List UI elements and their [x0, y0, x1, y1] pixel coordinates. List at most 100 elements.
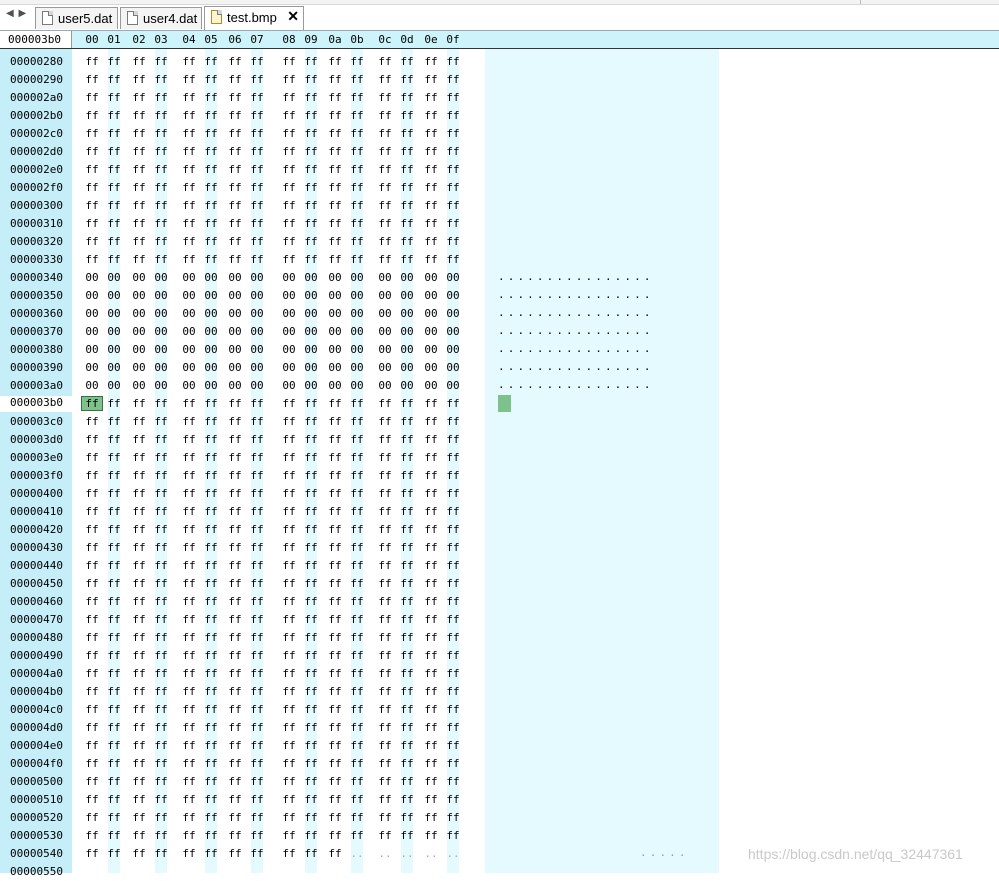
hex-byte[interactable]: ff: [104, 163, 124, 176]
hex-byte[interactable]: ff: [375, 73, 395, 86]
hex-byte[interactable]: ff: [247, 811, 267, 824]
hex-byte[interactable]: ff: [375, 253, 395, 266]
hex-byte[interactable]: ff: [375, 235, 395, 248]
hex-byte[interactable]: ff: [201, 433, 221, 446]
hex-byte[interactable]: ff: [179, 253, 199, 266]
hex-byte[interactable]: ff: [397, 775, 417, 788]
hex-byte[interactable]: ff: [443, 163, 463, 176]
hex-byte[interactable]: ff: [247, 577, 267, 590]
hex-byte[interactable]: ff: [104, 703, 124, 716]
hex-byte[interactable]: ff: [347, 739, 367, 752]
hex-byte[interactable]: ff: [129, 217, 149, 230]
hex-byte[interactable]: 00: [82, 325, 102, 338]
hex-byte[interactable]: 00: [104, 379, 124, 392]
hex-byte[interactable]: ff: [201, 217, 221, 230]
hex-byte[interactable]: ff: [129, 577, 149, 590]
hex-byte[interactable]: ff: [151, 559, 171, 572]
hex-byte[interactable]: 00: [347, 343, 367, 356]
hex-byte[interactable]: ff: [247, 91, 267, 104]
hex-byte[interactable]: ff: [301, 523, 321, 536]
hex-byte[interactable]: ff: [151, 685, 171, 698]
hex-byte[interactable]: ff: [325, 73, 345, 86]
hex-byte[interactable]: ff: [279, 235, 299, 248]
hex-byte[interactable]: ff: [375, 577, 395, 590]
hex-byte[interactable]: ff: [279, 55, 299, 68]
hex-byte[interactable]: ff: [225, 181, 245, 194]
hex-byte[interactable]: ff: [301, 739, 321, 752]
hex-byte[interactable]: ff: [247, 739, 267, 752]
hex-byte[interactable]: ..: [443, 847, 463, 860]
hex-byte[interactable]: ff: [347, 685, 367, 698]
hex-byte[interactable]: ff: [325, 235, 345, 248]
hex-byte[interactable]: ff: [279, 721, 299, 734]
hex-byte[interactable]: 00: [179, 289, 199, 302]
hex-byte[interactable]: 00: [325, 271, 345, 284]
hex-byte[interactable]: ff: [347, 55, 367, 68]
hex-byte[interactable]: ff: [82, 631, 102, 644]
hex-byte[interactable]: ff: [301, 631, 321, 644]
hex-byte[interactable]: ff: [151, 163, 171, 176]
hex-byte[interactable]: ff: [397, 217, 417, 230]
hex-byte[interactable]: ff: [421, 181, 441, 194]
hex-byte[interactable]: 00: [443, 343, 463, 356]
hex-byte[interactable]: 00: [443, 307, 463, 320]
hex-byte[interactable]: ff: [104, 235, 124, 248]
hex-byte[interactable]: ff: [375, 829, 395, 842]
hex-byte[interactable]: ff: [397, 829, 417, 842]
hex-byte[interactable]: ff: [179, 595, 199, 608]
hex-byte[interactable]: ff: [301, 649, 321, 662]
hex-byte[interactable]: 00: [443, 361, 463, 374]
hex-byte[interactable]: ff: [225, 217, 245, 230]
hex-byte[interactable]: ff: [104, 487, 124, 500]
hex-byte[interactable]: ff: [82, 433, 102, 446]
hex-byte[interactable]: ff: [104, 505, 124, 518]
hex-byte[interactable]: ff: [129, 793, 149, 806]
hex-byte[interactable]: ff: [225, 703, 245, 716]
hex-byte[interactable]: ff: [201, 829, 221, 842]
hex-byte[interactable]: ff: [375, 721, 395, 734]
hex-byte[interactable]: ff: [325, 415, 345, 428]
hex-byte[interactable]: ff: [421, 109, 441, 122]
hex-byte[interactable]: 00: [397, 379, 417, 392]
hex-byte[interactable]: ff: [225, 505, 245, 518]
hex-byte[interactable]: ff: [225, 793, 245, 806]
hex-byte[interactable]: ff: [82, 793, 102, 806]
hex-byte[interactable]: ff: [151, 595, 171, 608]
hex-byte[interactable]: ff: [201, 613, 221, 626]
hex-byte[interactable]: ff: [151, 469, 171, 482]
hex-byte[interactable]: ff: [129, 397, 149, 410]
hex-byte[interactable]: ff: [443, 127, 463, 140]
hex-byte[interactable]: ff: [347, 127, 367, 140]
hex-byte[interactable]: ff: [129, 451, 149, 464]
hex-byte[interactable]: ff: [201, 739, 221, 752]
hex-byte[interactable]: ff: [104, 775, 124, 788]
hex-byte[interactable]: ff: [347, 721, 367, 734]
hex-byte[interactable]: 00: [443, 289, 463, 302]
hex-byte[interactable]: 00: [443, 379, 463, 392]
hex-byte[interactable]: ff: [347, 541, 367, 554]
hex-byte[interactable]: ff: [301, 91, 321, 104]
hex-byte[interactable]: ff: [129, 595, 149, 608]
hex-byte[interactable]: ff: [347, 415, 367, 428]
hex-byte[interactable]: ff: [279, 415, 299, 428]
hex-byte[interactable]: ff: [397, 505, 417, 518]
hex-byte[interactable]: ff: [443, 739, 463, 752]
hex-byte[interactable]: ff: [82, 181, 102, 194]
hex-byte[interactable]: 00: [443, 325, 463, 338]
hex-byte[interactable]: ff: [179, 541, 199, 554]
hex-byte[interactable]: 00: [325, 379, 345, 392]
hex-byte[interactable]: ff: [179, 829, 199, 842]
hex-byte[interactable]: ff: [129, 541, 149, 554]
hex-byte[interactable]: ff: [225, 685, 245, 698]
hex-byte[interactable]: ff: [104, 145, 124, 158]
hex-byte[interactable]: ff: [443, 667, 463, 680]
hex-byte[interactable]: ff: [347, 775, 367, 788]
hex-byte[interactable]: ff: [443, 577, 463, 590]
hex-byte[interactable]: 00: [82, 307, 102, 320]
hex-byte[interactable]: ff: [201, 847, 221, 860]
hex-byte[interactable]: ff: [421, 91, 441, 104]
hex-byte[interactable]: ff: [82, 73, 102, 86]
hex-byte[interactable]: ..: [397, 847, 417, 860]
hex-byte[interactable]: 00: [179, 325, 199, 338]
hex-byte[interactable]: 00: [179, 307, 199, 320]
